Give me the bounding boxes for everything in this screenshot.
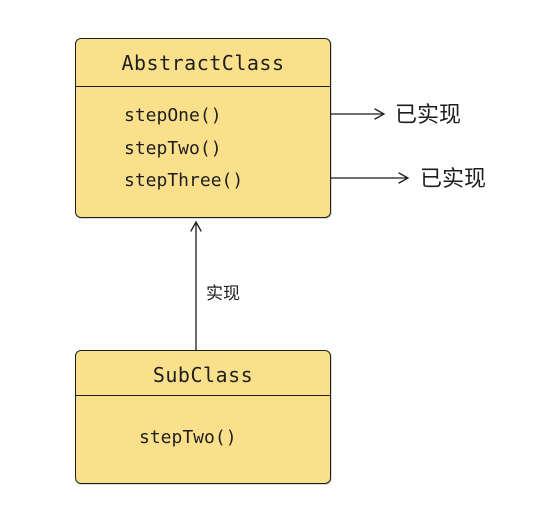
step-one-annotation: 已实现 [395, 103, 462, 128]
method-step-three: stepThree() [124, 170, 244, 191]
sub-class-divider [76, 395, 330, 396]
inheritance-label: 实现 [206, 284, 240, 304]
method-step-two: stepTwo() [124, 138, 222, 159]
step-three-annotation: 已实现 [420, 167, 487, 192]
sub-class-box: SubClass stepTwo() [75, 350, 331, 484]
abstract-class-name: AbstractClass [121, 51, 285, 75]
sub-method-step-two: stepTwo() [139, 427, 237, 448]
inheritance-arrow [190, 220, 202, 351]
abstract-class-divider [76, 86, 330, 87]
abstract-class-box: AbstractClass stepOne() stepTwo() stepTh… [75, 38, 331, 218]
method-step-one: stepOne() [124, 105, 222, 126]
sub-class-name: SubClass [152, 363, 254, 387]
